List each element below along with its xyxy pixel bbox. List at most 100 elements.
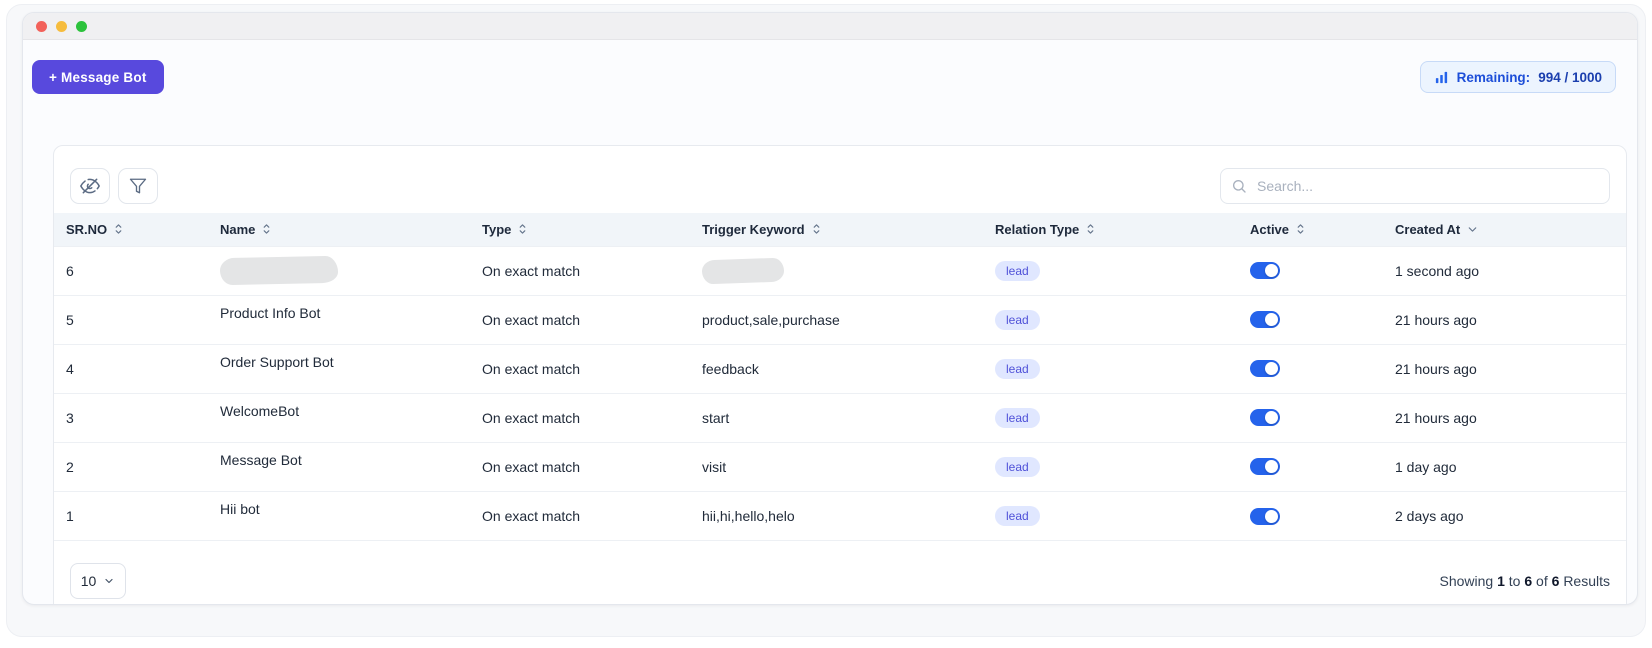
cell-active	[1238, 343, 1383, 393]
cell-type: On exact match	[470, 441, 690, 491]
cell-relation-type: lead	[983, 490, 1238, 540]
cell-trigger-keyword	[690, 245, 983, 295]
cell-sr-no: 5	[54, 294, 208, 344]
close-window-button[interactable]	[36, 20, 47, 32]
table-header-row: SR.NO Name Type Trigger Keyword Relation Typ…	[54, 213, 1626, 246]
minimize-window-button[interactable]	[56, 20, 67, 32]
column-label: SR.NO	[66, 221, 108, 237]
column-header-name[interactable]: Name	[208, 213, 470, 246]
results-from: 1	[1497, 573, 1505, 589]
window-titlebar	[23, 13, 1637, 40]
column-label: Relation Type	[995, 221, 1080, 237]
sort-icon	[1295, 223, 1306, 235]
column-header-relation-type[interactable]: Relation Type	[983, 213, 1238, 246]
cell-sr-no: 6	[54, 245, 208, 295]
cell-relation-type: lead	[983, 392, 1238, 442]
active-toggle[interactable]	[1250, 507, 1280, 525]
redacted-keyword-blob	[701, 257, 785, 284]
sort-icon	[113, 223, 124, 235]
relation-type-badge: lead	[995, 260, 1040, 281]
cell-created-at: 1 second ago	[1383, 245, 1626, 295]
cell-name: WelcomeBot	[208, 392, 470, 442]
active-toggle[interactable]	[1250, 409, 1280, 427]
cell-name: Message Bot	[208, 441, 470, 491]
column-header-type[interactable]: Type	[470, 213, 690, 246]
cell-active	[1238, 245, 1383, 295]
top-action-bar: + Message Bot Remaining: 994 / 1000	[23, 40, 1637, 94]
table-row: 2 Message Bot On exact match visit lead …	[54, 441, 1626, 491]
bots-table-card: SR.NO Name Type Trigger Keyword Relation Typ…	[53, 145, 1627, 604]
results-summary-text: to	[1508, 573, 1521, 589]
sort-icon	[811, 223, 822, 235]
cell-sr-no: 2	[54, 441, 208, 491]
cell-relation-type: lead	[983, 343, 1238, 393]
outer-frame: + Message Bot Remaining: 994 / 1000 Sear…	[6, 4, 1646, 637]
column-header-sr-no[interactable]: SR.NO	[54, 213, 208, 246]
zoom-window-button[interactable]	[76, 20, 87, 32]
results-summary-text: of	[1536, 573, 1548, 589]
eye-off-icon	[80, 178, 100, 194]
redacted-name-blob	[219, 255, 339, 286]
sort-desc-icon	[1466, 223, 1479, 236]
cell-active	[1238, 392, 1383, 442]
results-total: 6	[1551, 573, 1560, 589]
page-content: + Message Bot Remaining: 994 / 1000 Sear…	[23, 40, 1637, 604]
cell-active	[1238, 490, 1383, 540]
cell-active	[1238, 441, 1383, 491]
add-message-bot-button[interactable]: + Message Bot	[32, 60, 164, 94]
remaining-quota-badge: Remaining: 994 / 1000	[1419, 61, 1616, 93]
active-toggle[interactable]	[1250, 458, 1280, 476]
table-footer: 10 Showing 1 to 6 of 6 Results	[54, 540, 1626, 604]
table-row: 4 Order Support Bot On exact match feedb…	[54, 343, 1626, 393]
table-toolbar	[54, 146, 1626, 213]
active-toggle[interactable]	[1250, 360, 1280, 378]
cell-created-at: 21 hours ago	[1383, 343, 1626, 393]
table-toolbar-buttons	[70, 168, 158, 204]
page-size-value: 10	[80, 573, 97, 589]
active-toggle[interactable]	[1250, 311, 1280, 329]
cell-trigger-keyword: hii,hi,hello,helo	[690, 490, 983, 540]
remaining-value: 994 / 1000	[1538, 69, 1602, 85]
cell-relation-type: lead	[983, 441, 1238, 491]
cell-name: Order Support Bot	[208, 343, 470, 393]
cell-sr-no: 4	[54, 343, 208, 393]
results-summary: Showing 1 to 6 of 6 Results	[1440, 573, 1611, 589]
cell-type: On exact match	[470, 392, 690, 442]
search-box	[1220, 168, 1610, 204]
filter-button[interactable]	[118, 168, 158, 204]
cell-sr-no: 1	[54, 490, 208, 540]
relation-type-badge: lead	[995, 456, 1040, 477]
sort-icon	[517, 223, 528, 235]
toggle-columns-button[interactable]	[70, 168, 110, 204]
cell-trigger-keyword: visit	[690, 441, 983, 491]
table-row: 6 On exact match lead 1 second ago	[54, 245, 1626, 295]
column-header-created-at[interactable]: Created At	[1383, 213, 1626, 246]
cell-type: On exact match	[470, 245, 690, 295]
remaining-label: Remaining:	[1456, 69, 1531, 85]
column-label: Name	[220, 221, 256, 237]
cell-name: Hii bot	[208, 490, 470, 540]
cell-created-at: 1 day ago	[1383, 441, 1626, 491]
column-label: Type	[482, 221, 512, 237]
sort-icon	[261, 223, 272, 235]
cell-created-at: 21 hours ago	[1383, 294, 1626, 344]
results-summary-text: Results	[1563, 573, 1610, 589]
chevron-down-icon	[105, 578, 113, 584]
relation-type-badge: lead	[995, 505, 1040, 526]
cell-relation-type: lead	[983, 294, 1238, 344]
active-toggle[interactable]	[1250, 262, 1280, 280]
cell-trigger-keyword: feedback	[690, 343, 983, 393]
cell-sr-no: 3	[54, 392, 208, 442]
column-label: Created At	[1395, 221, 1461, 237]
search-icon	[1233, 180, 1246, 193]
cell-type: On exact match	[470, 294, 690, 344]
cell-type: On exact match	[470, 490, 690, 540]
table-row: 3 WelcomeBot On exact match start lead 2…	[54, 392, 1626, 442]
search-input[interactable]	[1220, 168, 1610, 204]
column-header-active[interactable]: Active	[1238, 213, 1383, 246]
browser-window: + Message Bot Remaining: 994 / 1000 Sear…	[22, 12, 1638, 605]
page-size-select[interactable]: 10	[70, 563, 126, 599]
table-row: 5 Product Info Bot On exact match produc…	[54, 294, 1626, 344]
column-header-trigger-keyword[interactable]: Trigger Keyword	[690, 213, 983, 246]
cell-trigger-keyword: product,sale,purchase	[690, 294, 983, 344]
